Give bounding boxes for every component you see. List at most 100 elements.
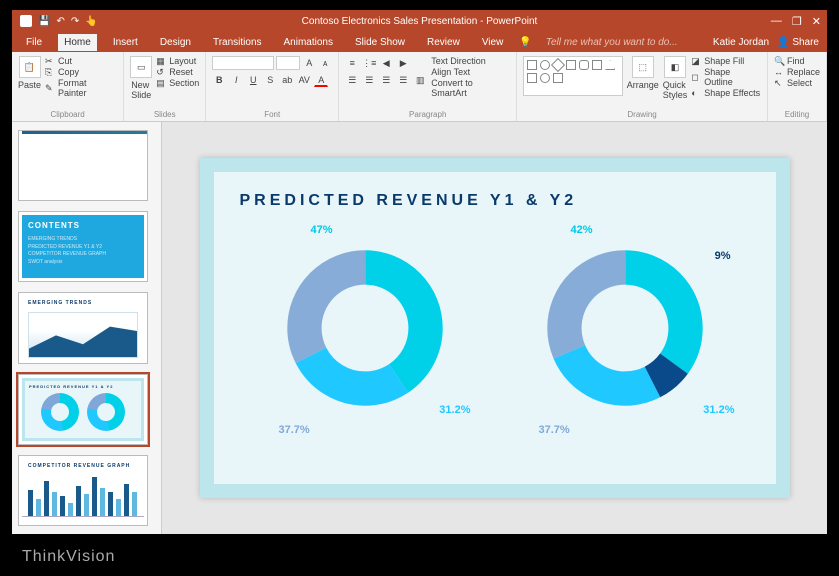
- chart-label: 31.2%: [439, 404, 470, 416]
- numbering-button[interactable]: ⋮≡: [362, 56, 376, 70]
- monitor-brand: ThinkVision: [22, 548, 115, 566]
- thumbnail-1[interactable]: BUSINESS PLAN: [18, 130, 148, 201]
- clipboard-icon: 📋: [19, 56, 41, 78]
- close-button[interactable]: ✕: [812, 15, 821, 28]
- replace-icon: ↔: [774, 67, 784, 77]
- shape-fill-button[interactable]: ◪Shape Fill: [691, 56, 761, 66]
- arrange-button[interactable]: ⬚ Arrange: [627, 56, 659, 90]
- tab-review[interactable]: Review: [421, 34, 466, 51]
- slide[interactable]: PREDICTED REVENUE Y1 & Y2 47% 31.2% 37.7…: [200, 158, 790, 498]
- chart-label: 31.2%: [703, 404, 734, 416]
- search-icon: 🔍: [774, 56, 784, 66]
- chart-label: 47%: [311, 224, 333, 236]
- chart-label: 42%: [571, 224, 593, 236]
- thumbnail-2[interactable]: CONTENTS EMERGING TRENDS PREDICTED REVEN…: [18, 211, 148, 282]
- copy-button[interactable]: ⎘Copy: [45, 67, 117, 77]
- new-slide-button[interactable]: ▭ New Slide: [130, 56, 152, 100]
- strike-button[interactable]: S: [263, 73, 277, 87]
- shadow-button[interactable]: ab: [280, 73, 294, 87]
- cursor-icon: ↖: [774, 78, 784, 88]
- tab-transitions[interactable]: Transitions: [207, 34, 268, 51]
- section-button[interactable]: ▤Section: [156, 78, 199, 88]
- section-icon: ▤: [156, 78, 166, 88]
- reset-icon: ↺: [156, 67, 166, 77]
- align-center-button[interactable]: ☰: [362, 73, 376, 87]
- user-name[interactable]: Katie Jordan: [713, 37, 769, 48]
- cut-button[interactable]: ✂Cut: [45, 56, 117, 66]
- tab-slideshow[interactable]: Slide Show: [349, 34, 411, 51]
- copy-icon: ⎘: [45, 67, 55, 77]
- ribbon: 📋 Paste ✂Cut ⎘Copy ✎Format Painter Clipb…: [12, 52, 827, 122]
- quick-styles-button[interactable]: ◧ Quick Styles: [663, 56, 688, 100]
- scissors-icon: ✂: [45, 56, 55, 66]
- tell-me-input[interactable]: Tell me what you want to do...: [546, 37, 678, 48]
- indent-left-button[interactable]: ◀: [379, 56, 393, 70]
- redo-icon[interactable]: ↷: [71, 16, 79, 27]
- group-font: A ᴀ B I U S ab AV A Font: [206, 52, 339, 121]
- slide-canvas[interactable]: PREDICTED REVENUE Y1 & Y2 47% 31.2% 37.7…: [162, 122, 827, 534]
- smartart-button[interactable]: Convert to SmartArt: [431, 78, 510, 98]
- thumbnail-3[interactable]: EMERGING TRENDS: [18, 292, 148, 363]
- outline-icon: ◻: [691, 72, 701, 82]
- align-right-button[interactable]: ☰: [379, 73, 393, 87]
- shrink-font-button[interactable]: ᴀ: [318, 56, 332, 70]
- styles-icon: ◧: [664, 56, 686, 78]
- spacing-button[interactable]: AV: [297, 73, 311, 87]
- undo-icon[interactable]: ↶: [56, 16, 64, 27]
- select-button[interactable]: ↖Select: [774, 78, 820, 88]
- chart-label: 9%: [715, 250, 731, 262]
- tab-home[interactable]: Home: [58, 34, 97, 51]
- shape-outline-button[interactable]: ◻Shape Outline: [691, 67, 761, 87]
- tab-animations[interactable]: Animations: [278, 34, 339, 51]
- fill-icon: ◪: [691, 56, 701, 66]
- chart-label: 37.7%: [279, 424, 310, 436]
- group-paragraph: ≡ ⋮≡ ◀ ▶ ☰ ☰ ☰ ☰ ▥ Text Direction Align …: [339, 52, 517, 121]
- donut-chart-y1[interactable]: 47% 31.2% 37.7%: [265, 224, 465, 454]
- touch-icon[interactable]: 👆: [85, 16, 97, 27]
- font-color-button[interactable]: A: [314, 73, 328, 87]
- slide-title[interactable]: PREDICTED REVENUE Y1 & Y2: [240, 192, 750, 210]
- layout-button[interactable]: ▦Layout: [156, 56, 199, 66]
- bold-button[interactable]: B: [212, 73, 226, 87]
- minimize-button[interactable]: —: [771, 15, 782, 27]
- tab-file[interactable]: File: [20, 34, 48, 51]
- find-button[interactable]: 🔍Find: [774, 56, 820, 66]
- justify-button[interactable]: ☰: [396, 73, 410, 87]
- effects-icon: ◐: [691, 88, 701, 98]
- ribbon-tabs: File Home Insert Design Transitions Anim…: [12, 32, 827, 52]
- text-direction-button[interactable]: Text Direction: [431, 56, 510, 66]
- group-clipboard: 📋 Paste ✂Cut ⎘Copy ✎Format Painter Clipb…: [12, 52, 124, 121]
- font-size-select[interactable]: [276, 56, 300, 70]
- format-painter-button[interactable]: ✎Format Painter: [45, 78, 117, 98]
- align-text-button[interactable]: Align Text: [431, 67, 510, 77]
- donut-chart-y2[interactable]: 42% 9% 31.2% 37.7%: [525, 224, 725, 454]
- chart-label: 37.7%: [539, 424, 570, 436]
- italic-button[interactable]: I: [229, 73, 243, 87]
- grow-font-button[interactable]: A: [302, 56, 316, 70]
- tab-view[interactable]: View: [476, 34, 510, 51]
- bullets-button[interactable]: ≡: [345, 56, 359, 70]
- reset-button[interactable]: ↺Reset: [156, 67, 199, 77]
- shapes-gallery[interactable]: [523, 56, 623, 96]
- brush-icon: ✎: [45, 83, 55, 93]
- share-button[interactable]: 👤 Share: [777, 37, 819, 48]
- app-icon: [20, 15, 32, 27]
- tab-design[interactable]: Design: [154, 34, 197, 51]
- save-icon[interactable]: 💾: [38, 16, 50, 27]
- group-slides: ▭ New Slide ▦Layout ↺Reset ▤Section Slid…: [124, 52, 206, 121]
- replace-button[interactable]: ↔Replace: [774, 67, 820, 77]
- thumbnail-4[interactable]: PREDICTED REVENUE Y1 & Y2: [18, 374, 148, 445]
- shape-effects-button[interactable]: ◐Shape Effects: [691, 88, 761, 98]
- paste-button[interactable]: 📋 Paste: [18, 56, 41, 90]
- align-left-button[interactable]: ☰: [345, 73, 359, 87]
- underline-button[interactable]: U: [246, 73, 260, 87]
- restore-button[interactable]: ❐: [792, 15, 802, 28]
- columns-button[interactable]: ▥: [413, 73, 427, 87]
- font-family-select[interactable]: [212, 56, 274, 70]
- tab-insert[interactable]: Insert: [107, 34, 144, 51]
- slide-thumbnails: BUSINESS PLAN CONTENTS EMERGING TRENDS P…: [12, 122, 162, 534]
- window-title: Contoso Electronics Sales Presentation -…: [302, 16, 538, 27]
- indent-right-button[interactable]: ▶: [396, 56, 410, 70]
- thumbnail-5[interactable]: COMPETITOR REVENUE GRAPH: [18, 455, 148, 526]
- group-editing: 🔍Find ↔Replace ↖Select Editing: [768, 52, 827, 121]
